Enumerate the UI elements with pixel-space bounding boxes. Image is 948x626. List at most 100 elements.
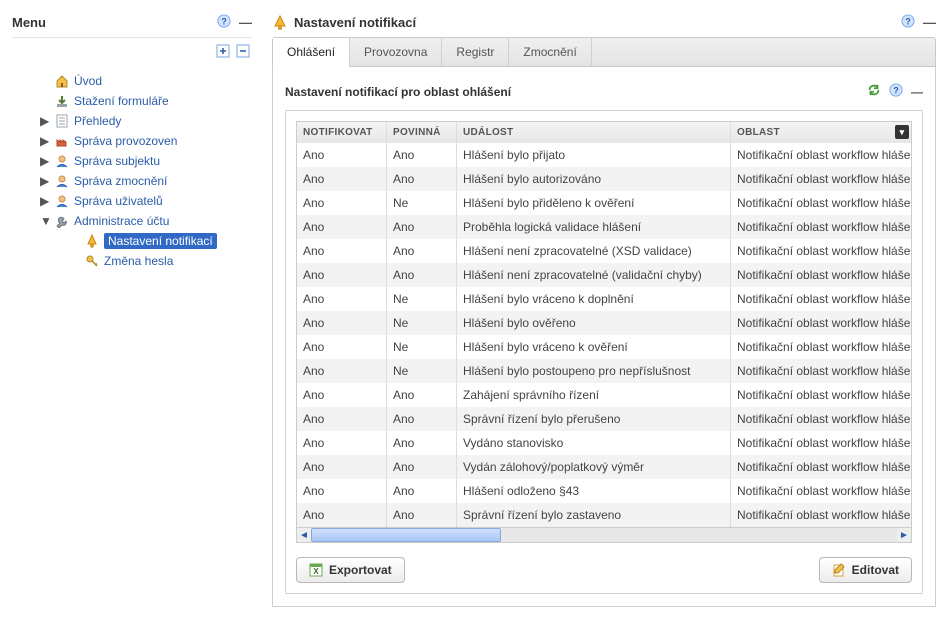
cell-oblast: Notifikační oblast workflow hláše (731, 431, 911, 455)
tab-ohlášení[interactable]: Ohlášení (273, 38, 350, 67)
tab-provozovna[interactable]: Provozovna (350, 38, 442, 66)
col-udalost[interactable]: UDÁLOST (457, 122, 731, 143)
table-row[interactable]: AnoNeHlášení bylo postoupeno pro nepřísl… (297, 359, 911, 383)
cell-udalost: Zahájení správního řízení (457, 383, 731, 407)
bell-orange-icon (84, 233, 100, 249)
cell-povinna: Ne (387, 311, 457, 335)
tree-arrow-icon[interactable]: ▶ (40, 194, 50, 208)
tree-item-label[interactable]: Správa uživatelů (74, 194, 163, 208)
table-row[interactable]: AnoAnoVydán zálohový/poplatkový výměrNot… (297, 455, 911, 479)
table-row[interactable]: AnoNeHlášení bylo vráceno k ověřeníNotif… (297, 335, 911, 359)
tree-arrow-icon[interactable]: ▶ (40, 154, 50, 168)
table-row[interactable]: AnoAnoSprávní řízení bylo zastavenoNotif… (297, 503, 911, 527)
cell-notifikovat: Ano (297, 407, 387, 431)
tree-arrow-icon[interactable]: ▶ (40, 114, 50, 128)
tree-item-label[interactable]: Správa zmocnění (74, 174, 167, 188)
tree-arrow-icon[interactable]: ▶ (40, 134, 50, 148)
horizontal-scrollbar[interactable]: ◄ ► (297, 527, 911, 542)
table-row[interactable]: AnoAnoHlášení není zpracovatelné (valida… (297, 263, 911, 287)
cell-povinna: Ano (387, 455, 457, 479)
col-notifikovat[interactable]: NOTIFIKOVAT (297, 122, 387, 143)
table-row[interactable]: AnoAnoProběhla logická validace hlášeníN… (297, 215, 911, 239)
tree-item[interactable]: ▶ Správa provozoven (40, 131, 252, 151)
cell-udalost: Vydáno stanovisko (457, 431, 731, 455)
help-icon[interactable]: ? (889, 83, 903, 100)
tree-arrow-icon[interactable]: ▶ (40, 174, 50, 188)
scroll-thumb[interactable] (311, 528, 501, 542)
table-row[interactable]: AnoAnoHlášení odloženo §43Notifikační ob… (297, 479, 911, 503)
tree-item[interactable]: ▼ Administrace účtu (40, 211, 252, 231)
export-button-label: Exportovat (329, 563, 392, 577)
minimize-icon[interactable]: — (911, 85, 923, 99)
scroll-right-icon[interactable]: ► (897, 528, 911, 542)
tree-subitem[interactable]: Změna hesla (70, 251, 252, 271)
tab-zmocnění[interactable]: Zmocnění (509, 38, 591, 66)
svg-text:X: X (313, 567, 319, 576)
cell-oblast: Notifikační oblast workflow hláše (731, 143, 911, 167)
tree-item-label[interactable]: Správa provozoven (74, 134, 177, 148)
cell-udalost: Správní řízení bylo zastaveno (457, 503, 731, 527)
tree-item[interactable]: Úvod (40, 71, 252, 91)
svg-text:?: ? (221, 17, 226, 27)
table-row[interactable]: AnoAnoVydáno stanoviskoNotifikační oblas… (297, 431, 911, 455)
svg-text:?: ? (905, 17, 910, 27)
col-povinna[interactable]: POVINNÁ (387, 122, 457, 143)
tree-item[interactable]: ▶ Správa zmocnění (40, 171, 252, 191)
table-row[interactable]: AnoAnoHlášení bylo přijatoNotifikační ob… (297, 143, 911, 167)
cell-notifikovat: Ano (297, 239, 387, 263)
cell-udalost: Hlášení odloženo §43 (457, 479, 731, 503)
tree-item[interactable]: ▶ Správa subjektu (40, 151, 252, 171)
help-icon[interactable]: ? (901, 14, 915, 31)
table-row[interactable]: AnoNeHlášení bylo vráceno k doplněníNoti… (297, 287, 911, 311)
tree-arrow-icon[interactable]: ▼ (40, 214, 50, 228)
tree-subitem-label[interactable]: Změna hesla (104, 254, 173, 268)
cell-oblast: Notifikační oblast workflow hláše (731, 239, 911, 263)
cell-oblast: Notifikační oblast workflow hláše (731, 263, 911, 287)
scroll-left-icon[interactable]: ◄ (297, 528, 311, 542)
minimize-icon[interactable]: — (923, 15, 936, 30)
column-menu-icon[interactable]: ▾ (895, 125, 909, 139)
export-button[interactable]: X Exportovat (296, 557, 405, 583)
cell-oblast: Notifikační oblast workflow hláše (731, 215, 911, 239)
tree-item-label[interactable]: Správa subjektu (74, 154, 160, 168)
cell-udalost: Hlášení není zpracovatelné (validační ch… (457, 263, 731, 287)
cell-povinna: Ne (387, 191, 457, 215)
cell-povinna: Ano (387, 407, 457, 431)
expand-all-icon[interactable] (216, 44, 230, 61)
table-row[interactable]: AnoNeHlášení bylo ověřenoNotifikační obl… (297, 311, 911, 335)
cell-oblast: Notifikační oblast workflow hláše (731, 503, 911, 527)
cell-povinna: Ano (387, 431, 457, 455)
cell-povinna: Ano (387, 503, 457, 527)
col-oblast[interactable]: OBLAST ▾ (731, 122, 911, 143)
tree-item-label[interactable]: Administrace účtu (74, 214, 169, 228)
table-row[interactable]: AnoAnoHlášení bylo autorizovánoNotifikač… (297, 167, 911, 191)
cell-povinna: Ano (387, 167, 457, 191)
tree-item-label[interactable]: Přehledy (74, 114, 121, 128)
tree-item[interactable]: Stažení formuláře (40, 91, 252, 111)
collapse-all-icon[interactable] (236, 44, 250, 61)
cell-povinna: Ano (387, 239, 457, 263)
cell-udalost: Proběhla logická validace hlášení (457, 215, 731, 239)
cell-oblast: Notifikační oblast workflow hláše (731, 335, 911, 359)
cell-povinna: Ne (387, 335, 457, 359)
cell-oblast: Notifikační oblast workflow hláše (731, 383, 911, 407)
table-row[interactable]: AnoNeHlášení bylo přiděleno k ověřeníNot… (297, 191, 911, 215)
refresh-icon[interactable] (867, 83, 881, 100)
edit-button[interactable]: Editovat (819, 557, 912, 583)
cell-povinna: Ne (387, 359, 457, 383)
cell-povinna: Ne (387, 287, 457, 311)
tree-item-label[interactable]: Stažení formuláře (74, 94, 169, 108)
tree-subitem-label[interactable]: Nastavení notifikací (104, 233, 217, 249)
minimize-icon[interactable]: — (239, 15, 252, 30)
table-row[interactable]: AnoAnoZahájení správního řízeníNotifikač… (297, 383, 911, 407)
help-icon[interactable]: ? (217, 14, 231, 31)
table-row[interactable]: AnoAnoSprávní řízení bylo přerušenoNotif… (297, 407, 911, 431)
tree-item[interactable]: ▶ Správa uživatelů (40, 191, 252, 211)
tree-subitem[interactable]: Nastavení notifikací (70, 231, 252, 251)
tab-registr[interactable]: Registr (442, 38, 509, 66)
tree-item[interactable]: ▶ Přehledy (40, 111, 252, 131)
cell-udalost: Hlášení bylo autorizováno (457, 167, 731, 191)
table-row[interactable]: AnoAnoHlášení není zpracovatelné (XSD va… (297, 239, 911, 263)
tree-item-label[interactable]: Úvod (74, 74, 102, 88)
cell-notifikovat: Ano (297, 431, 387, 455)
